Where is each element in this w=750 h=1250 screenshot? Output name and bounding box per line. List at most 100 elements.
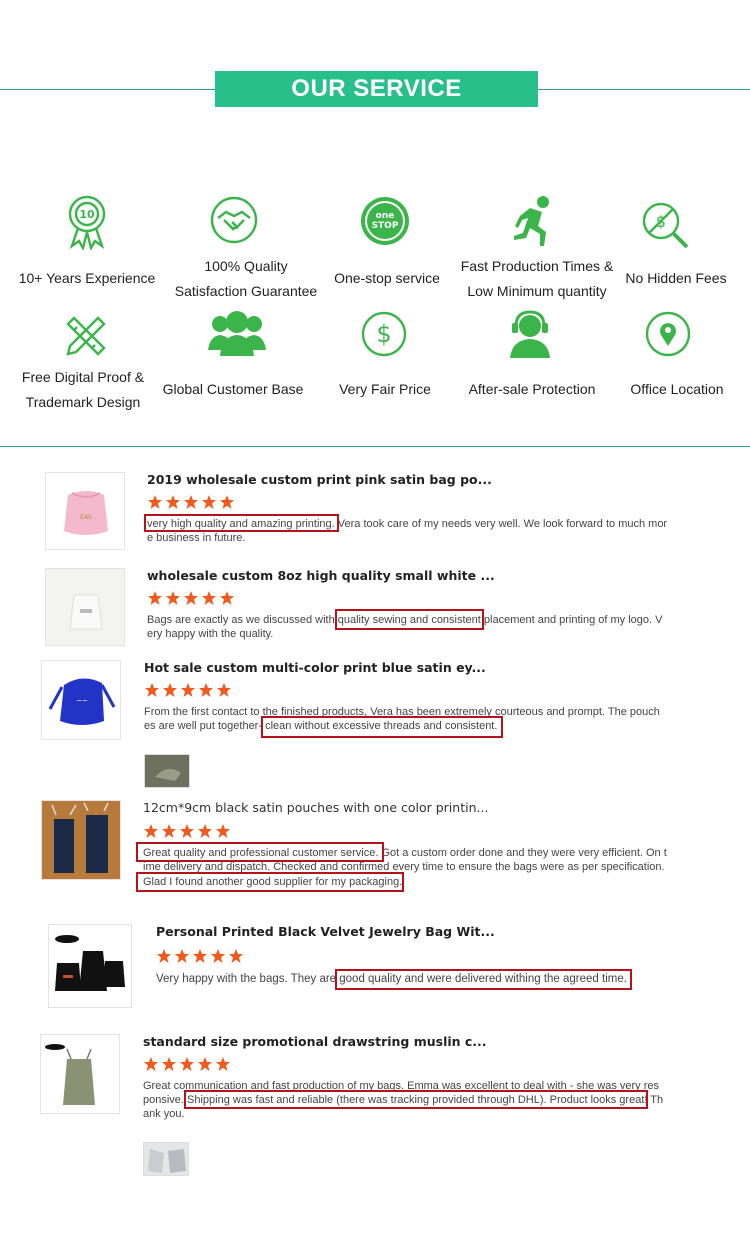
star-icon [202,495,216,509]
svg-text:STOP: STOP [372,221,399,231]
review-text-line: e business in future. [147,532,246,544]
star-icon [145,683,159,697]
section-title: OUR SERVICE [215,71,538,107]
ruler-pencil-icon [62,312,110,360]
one-stop-icon: one STOP [360,196,410,246]
medal-ten-icon: 10 [65,194,109,250]
service-label-line2: Trademark Design [25,394,141,410]
service-label: No Hidden Fees [625,270,727,286]
section-divider [0,446,750,447]
star-icon [166,591,180,605]
star-icon [216,824,230,838]
star-icon [202,591,216,605]
service-label: Free Digital Proof & [21,369,145,385]
highlight-box [261,716,503,738]
highlight-box [136,872,404,892]
product-thumbnail[interactable] [45,568,125,646]
star-icon [180,824,194,838]
star-icon [144,824,158,838]
review-product-title[interactable]: 12cm*9cm black satin pouches with one co… [143,800,488,815]
rating-stars [144,682,232,698]
service-label: After-sale Protection [468,381,596,397]
svg-text:~~: ~~ [76,697,88,705]
service-item-free-proof: Free Digital Proof & Trademark Design [14,308,152,418]
star-icon [216,1057,230,1071]
dollar-icon: $ [360,310,408,358]
location-pin-icon [644,310,692,358]
highlight-box [335,609,484,630]
highlight-box [144,514,339,532]
star-icon [144,1057,158,1071]
header-line-left [0,89,215,90]
svg-text:one: one [376,211,395,221]
review-text-line: ank you. [143,1108,185,1120]
star-icon [180,1057,194,1071]
service-label: Office Location [630,381,724,397]
star-icon [148,591,162,605]
star-icon [198,824,212,838]
star-icon [148,495,162,509]
product-thumbnail[interactable] [40,1034,120,1114]
service-item-global-customer: Global Customer Base [160,308,306,408]
service-label: Global Customer Base [162,381,304,397]
service-item-after-sale: After-sale Protection [462,308,602,408]
review-product-title[interactable]: 2019 wholesale custom print pink satin b… [147,472,492,487]
rating-stars [143,823,231,839]
review-photo[interactable] [144,754,190,788]
rating-stars [147,590,235,606]
service-item-quality: 100% Quality Satisfaction Guarantee [170,190,322,302]
review-text-line: ery happy with the quality. [147,628,274,640]
highlight-box [335,969,632,990]
headset-support-icon [506,308,554,360]
star-icon [229,949,243,963]
star-icon [199,683,213,697]
product-thumbnail[interactable]: ~~ [41,660,121,740]
service-label: Fast Production Times & [460,258,614,274]
highlight-box [136,842,384,862]
service-item-one-stop: one STOP One-stop service [330,190,444,300]
star-icon [157,949,171,963]
product-thumbnail[interactable] [48,924,132,1008]
star-icon [162,1057,176,1071]
star-icon [175,949,189,963]
svg-text:10: 10 [79,208,95,221]
rating-stars [156,948,244,964]
review-product-title[interactable]: Hot sale custom multi-color print blue s… [144,660,486,675]
star-icon [184,591,198,605]
customers-icon [206,310,268,358]
handshake-icon [210,196,258,244]
star-icon [181,683,195,697]
star-icon [163,683,177,697]
highlight-box [184,1090,648,1109]
service-item-no-hidden-fees: $ No Hidden Fees [622,190,730,300]
rating-stars [147,494,235,510]
review-photo[interactable] [143,1142,189,1176]
svg-text:EAS: EAS [80,514,92,521]
service-label-line2: Low Minimum quantity [467,283,607,299]
product-thumbnail[interactable]: EAS [45,472,125,550]
svg-text:$: $ [376,320,391,348]
running-man-icon [510,194,556,250]
star-icon [193,949,207,963]
review-product-title[interactable]: standard size promotional drawstring mus… [143,1034,487,1049]
star-icon [211,949,225,963]
no-hidden-fee-icon: $ [640,200,690,250]
service-label: One-stop service [334,270,440,286]
header-line-right [538,89,750,90]
service-label: 100% Quality [204,258,288,274]
star-icon [217,683,231,697]
review-product-title[interactable]: wholesale custom 8oz high quality small … [147,568,495,583]
product-thumbnail[interactable] [41,800,121,880]
svg-text:$: $ [656,212,666,231]
star-icon [220,495,234,509]
service-label: 10+ Years Experience [18,270,156,286]
service-item-experience: 10 10+ Years Experience [14,190,160,300]
star-icon [166,495,180,509]
rating-stars [143,1056,231,1072]
review-product-title[interactable]: Personal Printed Black Velvet Jewelry Ba… [156,924,495,939]
star-icon [198,1057,212,1071]
service-item-office-location: Office Location [622,308,732,408]
star-icon [220,591,234,605]
service-item-fast-production: Fast Production Times & Low Minimum quan… [456,190,618,302]
service-label-line2: Satisfaction Guarantee [174,283,318,299]
